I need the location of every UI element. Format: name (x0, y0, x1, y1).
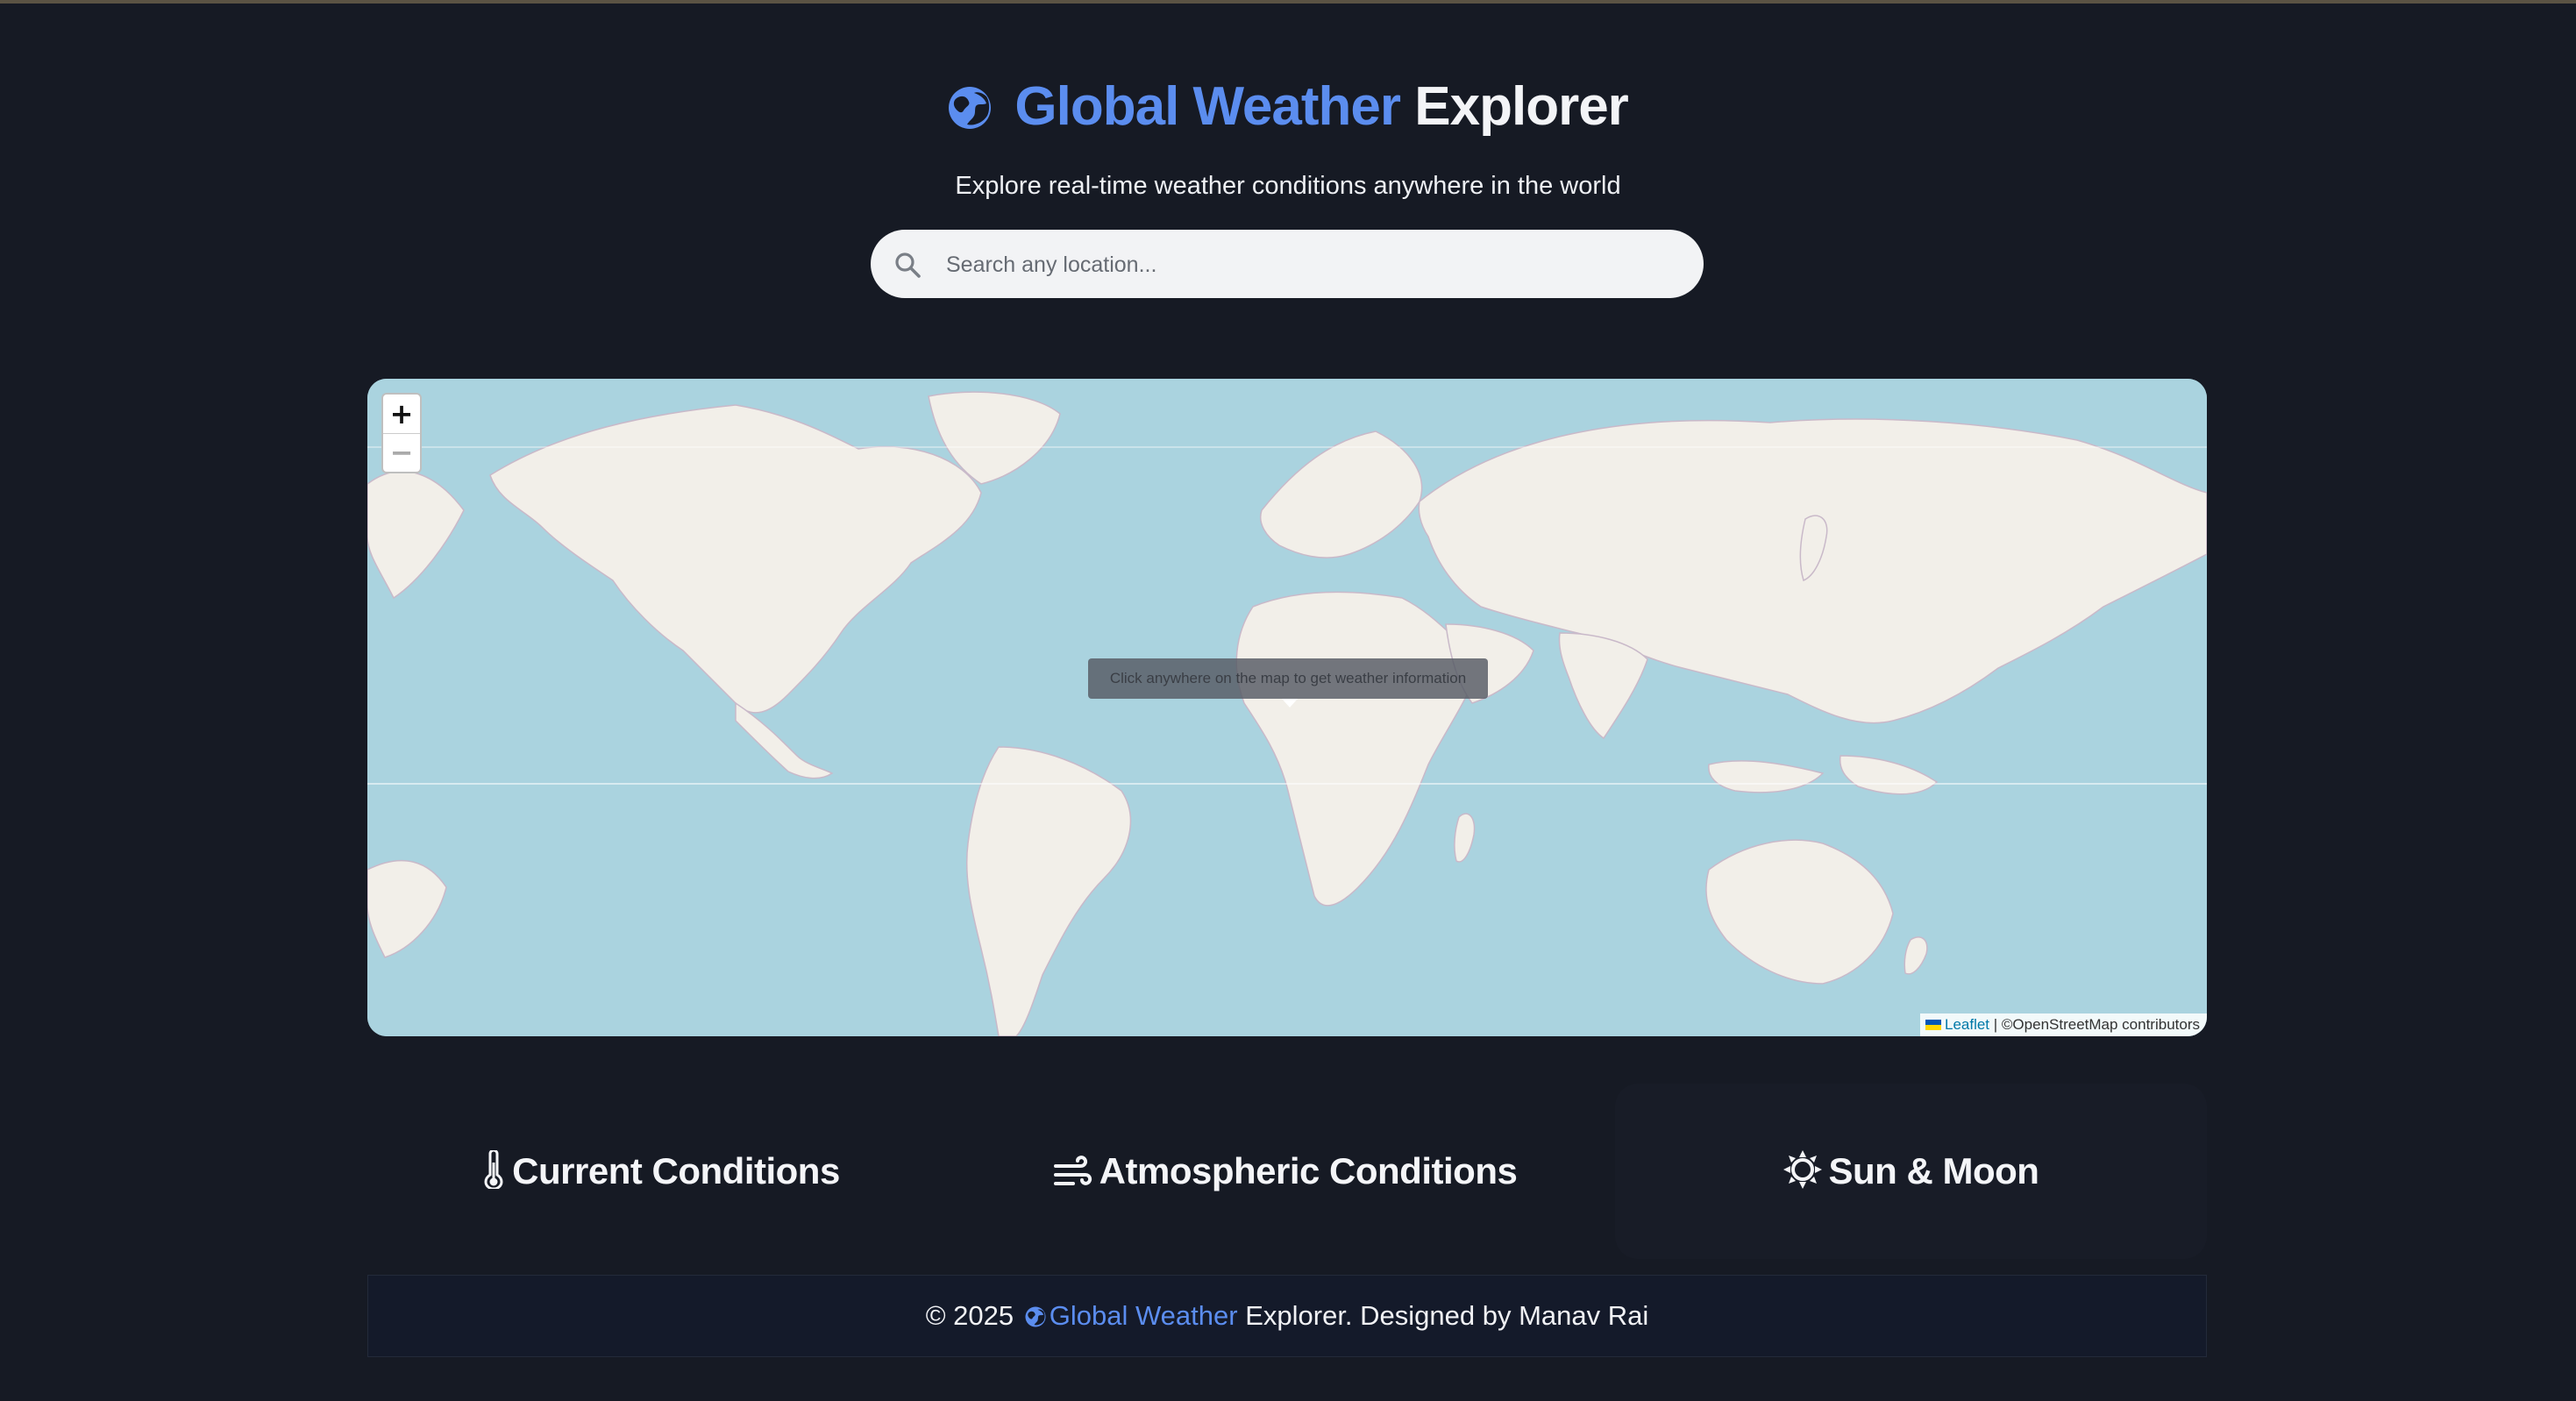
map-tooltip: Click anywhere on the map to get weather… (1088, 658, 1488, 699)
footer-copyright: © 2025 (925, 1300, 1014, 1331)
map-attribution: Leaflet | ©OpenStreetMap contributors (1919, 1013, 2207, 1036)
page-footer: © 2025 Global Weather Explorer. Designed… (367, 1275, 2207, 1357)
ukraine-flag-icon (1925, 1020, 1941, 1030)
attribution-text: | ©OpenStreetMap contributors (1993, 1016, 2200, 1033)
page-title: Global Weather Explorer (0, 72, 2576, 142)
search-input[interactable] (944, 230, 1667, 300)
map-tiles[interactable] (367, 379, 2207, 1036)
section-label: Current Conditions (512, 1150, 840, 1191)
current-conditions-header: Current Conditions (367, 1084, 955, 1259)
zoom-out-button[interactable]: − (383, 433, 420, 472)
search-icon (895, 252, 921, 278)
wind-icon (1053, 1156, 1092, 1185)
page-subtitle: Explore real-time weather conditions any… (955, 172, 1621, 200)
search-bar[interactable] (871, 230, 1704, 300)
zoom-in-button[interactable]: + (383, 395, 420, 434)
title-rest: Explorer (1414, 76, 1629, 137)
sun-icon (1783, 1150, 1822, 1189)
atmospheric-conditions-header: Atmospheric Conditions (992, 1084, 1579, 1259)
sun-moon-header: Sun & Moon (1615, 1084, 2207, 1259)
zoom-control: + − (381, 393, 422, 473)
footer-credit: Explorer. Designed by Manav Rai (1245, 1300, 1649, 1331)
thermometer-icon (484, 1150, 503, 1189)
footer-brand: Global Weather (1049, 1300, 1238, 1331)
top-border (0, 0, 2576, 4)
section-label: Sun & Moon (1828, 1150, 2039, 1191)
title-accent: Global Weather (1014, 76, 1401, 137)
tooltip-arrow (1282, 699, 1298, 708)
globe-icon (949, 87, 992, 129)
leaflet-link[interactable]: Leaflet (1945, 1016, 1989, 1033)
globe-icon (1025, 1306, 1046, 1327)
world-map[interactable]: + − Click anywhere on the map to get wea… (367, 379, 2207, 1036)
section-label: Atmospheric Conditions (1099, 1150, 1518, 1191)
